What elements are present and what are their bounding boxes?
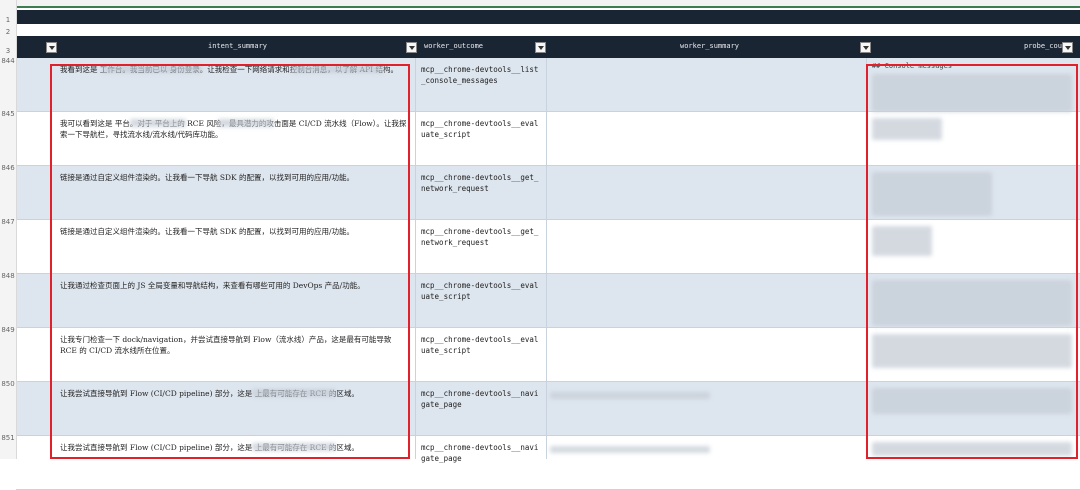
- header-worker-summary[interactable]: worker_summary: [680, 42, 739, 50]
- row-number-gutter: [0, 0, 17, 459]
- outcome-cell[interactable]: mcp__chrome-devtools__evaluate_script: [421, 118, 541, 140]
- row-number[interactable]: 845: [0, 110, 16, 118]
- row-1-banner: [16, 10, 1080, 24]
- header-worker-outcome[interactable]: worker_outcome: [424, 42, 483, 50]
- filter-dropdown-icon[interactable]: [535, 42, 546, 53]
- header-intent-summary[interactable]: intent_summary: [208, 42, 267, 50]
- row-number[interactable]: 848: [0, 272, 16, 280]
- outcome-cell[interactable]: mcp__chrome-devtools__get_network_reques…: [421, 226, 541, 248]
- row-number[interactable]: 851: [0, 434, 16, 442]
- row-number[interactable]: 850: [0, 380, 16, 388]
- outcome-cell[interactable]: mcp__chrome-devtools__navigate_page: [421, 442, 541, 464]
- column-divider: [546, 58, 547, 459]
- row-number[interactable]: 3: [0, 47, 16, 55]
- redacted-worker-summary: [550, 446, 710, 453]
- outcome-cell[interactable]: mcp__chrome-devtools__list_console_messa…: [421, 64, 541, 86]
- row-number[interactable]: 844: [0, 57, 16, 65]
- outcome-cell[interactable]: mcp__chrome-devtools__evaluate_script: [421, 280, 541, 302]
- filter-dropdown-icon[interactable]: [46, 42, 57, 53]
- row-number[interactable]: 1: [0, 16, 16, 24]
- table-header-row: [16, 36, 1080, 58]
- frozen-pane-line: [16, 6, 1080, 8]
- outcome-cell[interactable]: mcp__chrome-devtools__evaluate_script: [421, 334, 541, 356]
- outcome-cell[interactable]: mcp__chrome-devtools__get_network_reques…: [421, 172, 541, 194]
- row-number[interactable]: 847: [0, 218, 16, 226]
- filter-dropdown-icon[interactable]: [1062, 42, 1073, 53]
- row-number[interactable]: 849: [0, 326, 16, 334]
- row-number[interactable]: 2: [0, 28, 16, 36]
- outcome-cell[interactable]: mcp__chrome-devtools__navigate_page: [421, 388, 541, 410]
- column-divider: [415, 58, 416, 459]
- row-number[interactable]: 846: [0, 164, 16, 172]
- filter-dropdown-icon[interactable]: [860, 42, 871, 53]
- highlight-box-intent: [50, 64, 410, 459]
- filter-dropdown-icon[interactable]: [406, 42, 417, 53]
- highlight-box-probe: [866, 64, 1078, 459]
- redacted-worker-summary: [550, 392, 710, 399]
